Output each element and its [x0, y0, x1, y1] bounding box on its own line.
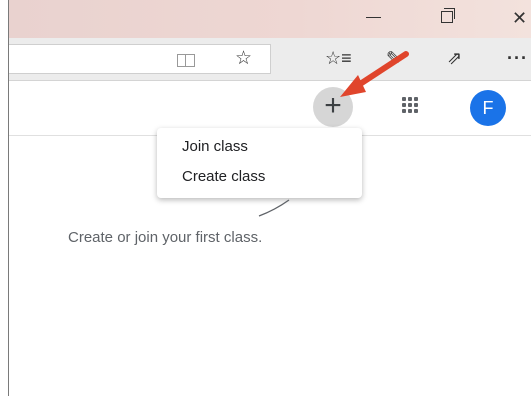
title-bar: ✕ [9, 0, 531, 38]
empty-state-message: Create or join your first class. [68, 229, 263, 246]
close-icon[interactable]: ✕ [512, 8, 527, 28]
avatar[interactable]: F [470, 90, 506, 126]
annotation-arrow-icon [340, 51, 409, 97]
menu-item-create-class[interactable]: Create class [182, 168, 265, 185]
share-icon[interactable]: ⇗ [447, 47, 462, 69]
new-class-menu: Join class Create class [157, 128, 362, 198]
menu-item-join-class[interactable]: Join class [182, 138, 248, 155]
reading-view-icon[interactable] [177, 54, 195, 67]
illustration-stroke [258, 199, 290, 217]
address-bar-row: ☆ ☆≡ ✎ ⇗ ··· [9, 38, 531, 81]
address-input[interactable]: ☆ [9, 44, 271, 74]
star-icon[interactable]: ☆ [235, 48, 252, 70]
more-icon[interactable]: ··· [507, 47, 528, 69]
